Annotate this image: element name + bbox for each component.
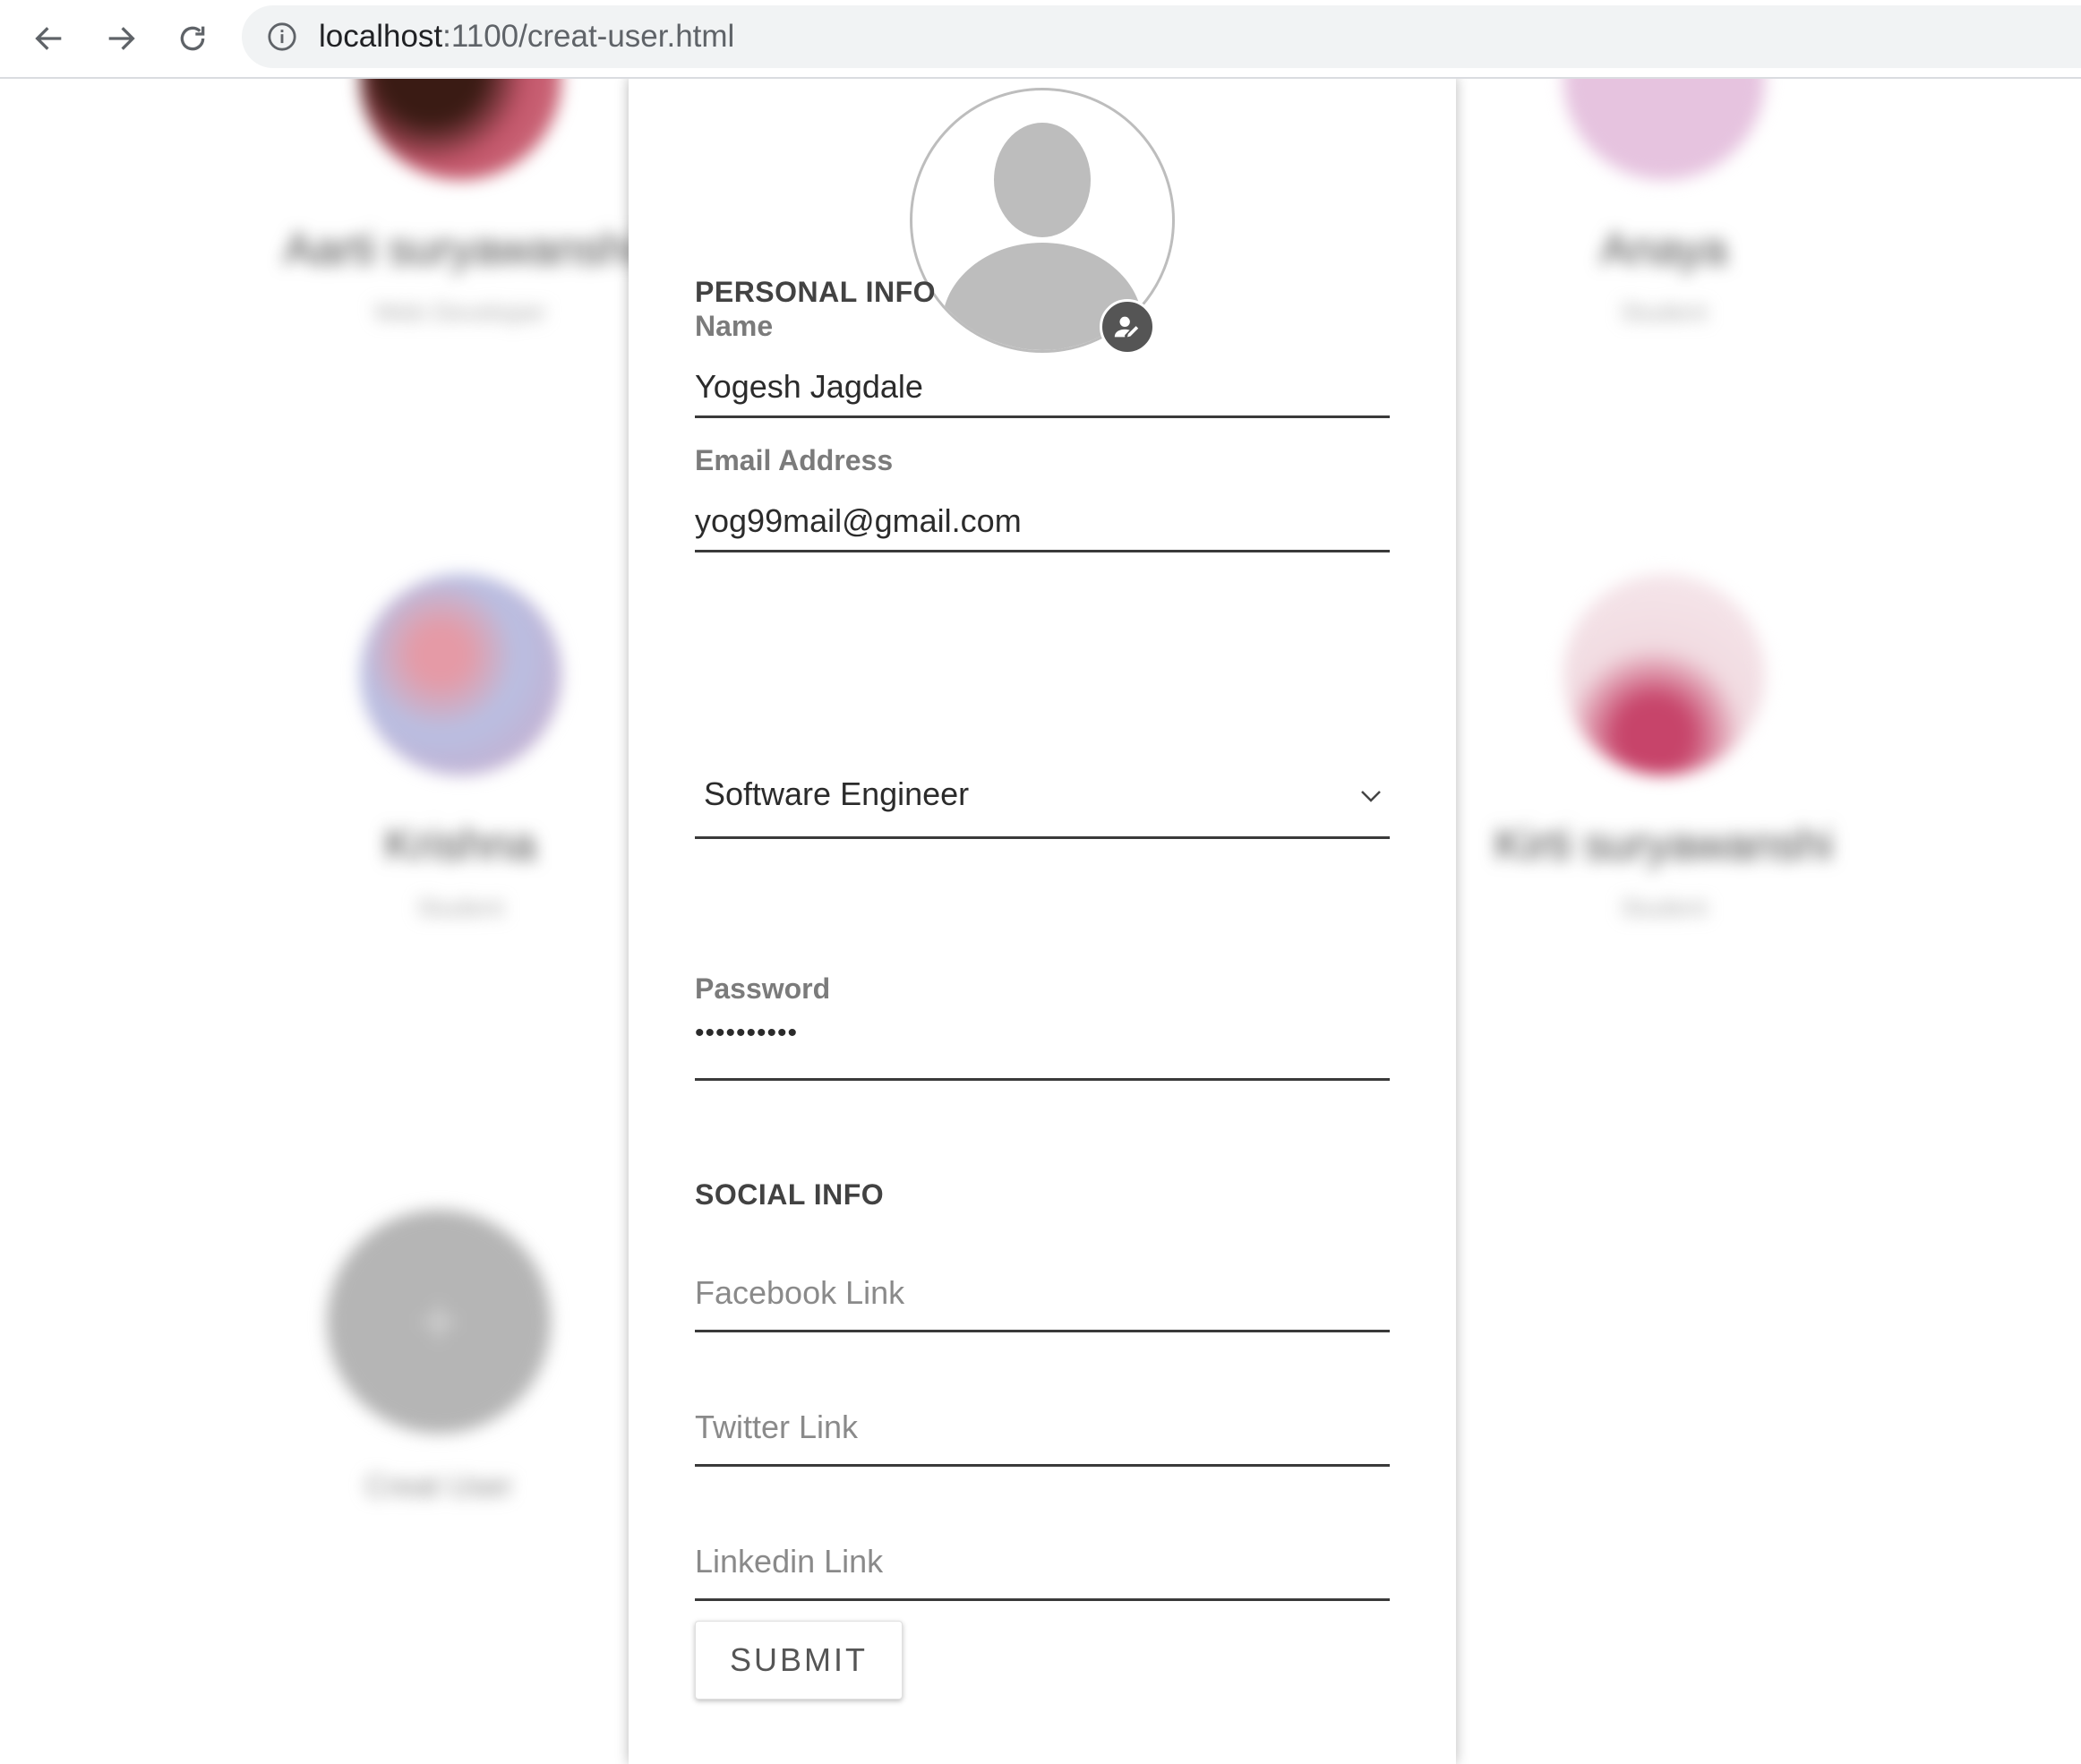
avatar	[1563, 77, 1765, 180]
name-input[interactable]	[695, 343, 1390, 418]
create-user-form: PERSONAL INFO Name Email Address Softwar…	[629, 77, 1456, 1764]
submit-button[interactable]: SUBMIT	[695, 1621, 903, 1700]
url-host: localhost	[319, 19, 443, 54]
back-button[interactable]	[25, 14, 73, 63]
user-name: Aarti suryawanshi	[283, 224, 638, 274]
create-user-label: Creat User	[364, 1469, 513, 1503]
email-label: Email Address	[695, 444, 894, 476]
twitter-field	[695, 1375, 1390, 1467]
password-input[interactable]: ••••••••••	[695, 1006, 1390, 1081]
linkedin-link-input[interactable]	[695, 1510, 1390, 1601]
email-input[interactable]	[695, 477, 1390, 552]
avatar	[359, 77, 561, 180]
user-name: Anaya	[1600, 224, 1727, 274]
create-user-card: + Creat User	[206, 1210, 672, 1504]
arrow-right-icon	[108, 27, 135, 50]
user-card: Kirti suryawanshi Student	[1431, 574, 1897, 922]
role-select[interactable]: Software Engineer	[695, 749, 1390, 839]
email-field: Email Address	[695, 444, 1390, 552]
user-role: Student	[416, 894, 504, 921]
user-name: Krishna	[384, 819, 536, 869]
twitter-link-input[interactable]	[695, 1375, 1390, 1467]
url-path: :1100/creat-user.html	[442, 19, 735, 54]
user-card: Aarti suryawanshi Web Developer	[227, 77, 693, 327]
reload-icon	[180, 26, 205, 51]
user-role: Web Developer	[373, 298, 547, 326]
social-info-heading: SOCIAL INFO	[695, 1178, 885, 1211]
chevron-down-icon	[1361, 791, 1381, 802]
name-label: Name	[695, 310, 774, 342]
arrow-left-icon	[35, 27, 62, 50]
facebook-link-input[interactable]	[695, 1241, 1390, 1332]
forward-button[interactable]	[97, 14, 145, 63]
password-field: Password ••••••••••	[695, 972, 1390, 1081]
role-select-value: Software Engineer	[704, 775, 970, 812]
avatar	[359, 574, 561, 775]
personal-info-heading: PERSONAL INFO	[695, 276, 937, 308]
info-icon[interactable]	[267, 21, 297, 52]
plus-icon: +	[327, 1210, 551, 1434]
user-role: Student	[1620, 298, 1708, 326]
browser-toolbar: localhost:1100/creat-user.html	[0, 0, 2081, 79]
url-text[interactable]: localhost:1100/creat-user.html	[319, 19, 734, 55]
user-card: Anaya Student	[1431, 77, 1897, 327]
password-label: Password	[695, 972, 831, 1005]
user-role: Student	[1620, 894, 1708, 921]
user-name: Kirti suryawanshi	[1494, 819, 1833, 869]
facebook-field	[695, 1241, 1390, 1332]
name-field: Name	[695, 310, 1390, 418]
avatar	[1563, 574, 1765, 775]
user-card: Krishna Student	[227, 574, 693, 922]
address-bar[interactable]: localhost:1100/creat-user.html	[242, 5, 2081, 68]
reload-button[interactable]	[168, 14, 217, 63]
linkedin-field	[695, 1510, 1390, 1601]
